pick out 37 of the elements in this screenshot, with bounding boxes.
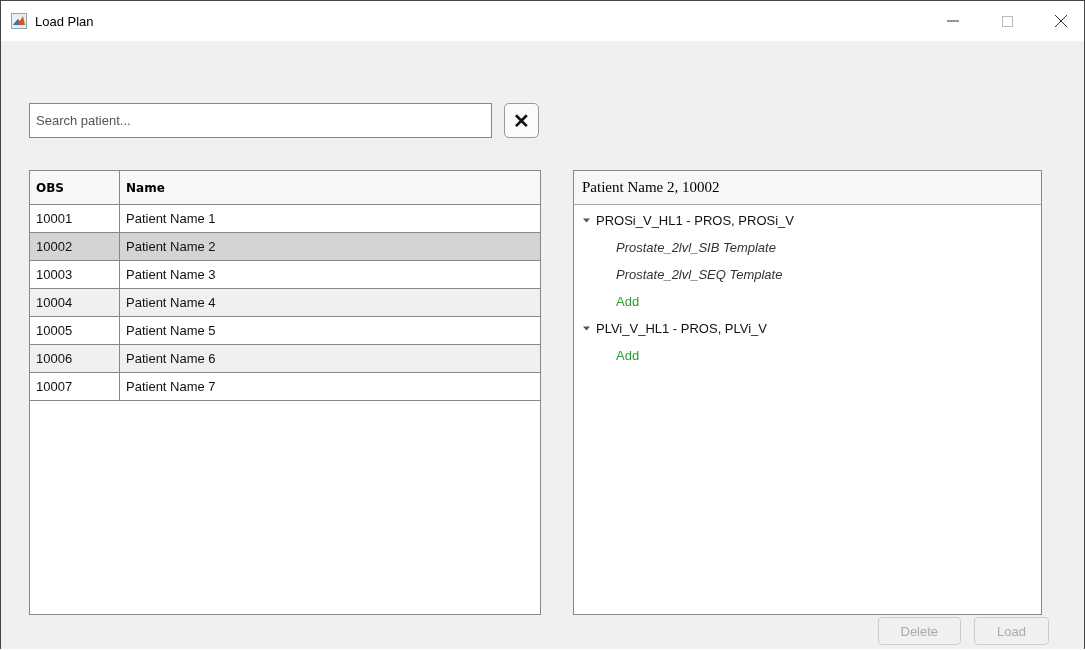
table-row[interactable]: 10004 Patient Name 4 — [30, 288, 540, 317]
tree-node[interactable]: PROSi_V_HL1 - PROS, PROSi_V — [596, 213, 794, 228]
table-cell: Patient Name 2 — [119, 232, 540, 261]
window-title: Load Plan — [35, 13, 95, 29]
table-cell: 10004 — [30, 288, 120, 317]
caret-down-icon[interactable] — [583, 217, 590, 224]
add-link[interactable]: Add — [574, 288, 1041, 315]
table-cell: Patient Name 1 — [119, 204, 540, 233]
table-cell: 10006 — [30, 344, 120, 373]
table-row[interactable]: 10001 Patient Name 1 — [30, 204, 540, 233]
table-row[interactable]: 10006 Patient Name 6 — [30, 344, 540, 373]
search-field[interactable]: Search patient... — [29, 103, 492, 138]
table-cell: Patient Name 5 — [119, 316, 540, 345]
table-row[interactable]: 10002 Patient Name 2 — [30, 232, 540, 261]
template-item[interactable]: Prostate_2lvl_SEQ Template — [574, 261, 1041, 288]
table-cell: 10001 — [30, 204, 120, 233]
table-cell: 10003 — [30, 260, 120, 289]
app-logo-icon — [11, 13, 27, 29]
table-cell: 10005 — [30, 316, 120, 345]
table-row[interactable]: 10003 Patient Name 3 — [30, 260, 540, 289]
clear-search-button[interactable]: ✕ — [504, 103, 539, 138]
table-row[interactable]: 10007 Patient Name 7 — [30, 372, 540, 401]
tree-node[interactable]: PLVi_V_HL1 - PROS, PLVi_V — [596, 321, 768, 336]
table-cell: Patient Name 3 — [119, 260, 540, 289]
table-cell: Patient Name 4 — [119, 288, 540, 317]
caret-down-icon[interactable] — [583, 325, 590, 332]
panel-title: Patient Name 2, 10002 — [582, 179, 720, 196]
table-cell: 10002 — [30, 232, 120, 261]
table-cell: 10007 — [30, 372, 120, 401]
add-link[interactable]: Add — [574, 342, 1041, 369]
close-icon[interactable] — [1055, 15, 1067, 27]
table-cell: Patient Name 7 — [119, 372, 540, 401]
template-item[interactable]: Prostate_2lvl_SIB Template — [574, 234, 1041, 261]
column-header[interactable]: Name — [119, 171, 540, 205]
column-header[interactable]: OBS — [30, 171, 120, 205]
table-cell: Patient Name 6 — [119, 344, 540, 373]
table-row[interactable]: 10005 Patient Name 5 — [30, 316, 540, 345]
